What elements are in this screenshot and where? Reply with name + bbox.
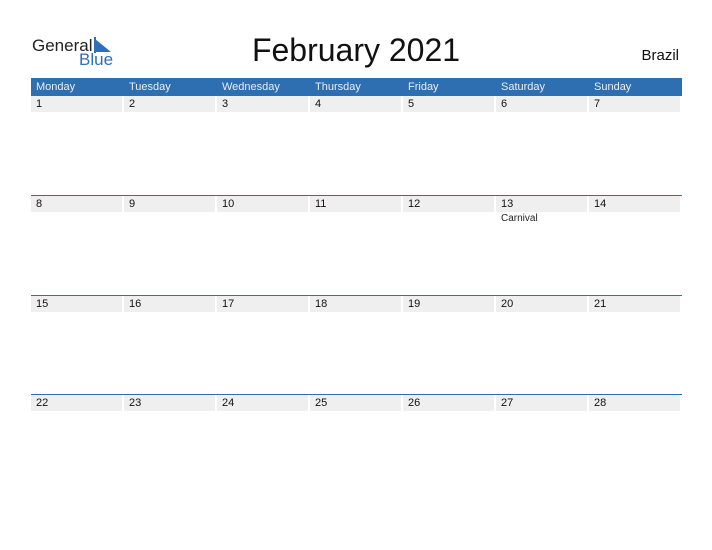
day-cell: 20 [496,296,589,312]
day-cell: 8 [31,196,124,224]
day-cell: 4 [310,96,403,112]
weekday-thursday: Thursday [315,81,361,93]
weekday-sunday: Sunday [594,81,632,93]
day-cell: 26 [403,395,496,411]
day-cell: 15 [31,296,124,312]
day-cell: 27 [496,395,589,411]
day-number: 27 [496,395,587,411]
weekday-wednesday: Wednesday [222,81,280,93]
day-number: 18 [310,296,401,312]
day-cell: 2 [124,96,217,112]
day-number: 14 [589,196,680,212]
day-cell: 22 [31,395,124,411]
weekday-friday: Friday [408,81,439,93]
day-number: 4 [310,96,401,112]
day-cell: 21 [589,296,682,312]
day-number: 2 [124,96,215,112]
day-cell: 24 [217,395,310,411]
day-number: 28 [589,395,680,411]
weekday-header: Monday Tuesday Wednesday Thursday Friday… [31,78,682,96]
day-number: 16 [124,296,215,312]
day-number: 21 [589,296,680,312]
day-cell: 25 [310,395,403,411]
day-cell: 5 [403,96,496,112]
day-cell: 14 [589,196,682,224]
day-number: 24 [217,395,308,411]
week-row: 8 9 10 11 12 13 Carnival 14 [31,195,682,295]
day-number: 9 [124,196,215,212]
day-number: 12 [403,196,494,212]
day-cell: 7 [589,96,682,112]
day-number: 19 [403,296,494,312]
day-number: 8 [31,196,122,212]
day-number: 6 [496,96,587,112]
country-label: Brazil [641,47,679,64]
week-row: 1234567 [31,96,682,195]
day-number: 20 [496,296,587,312]
day-number: 7 [589,96,680,112]
day-cell: 11 [310,196,403,224]
day-cell: 1 [31,96,124,112]
day-cell: 6 [496,96,589,112]
day-number: 11 [310,196,401,212]
day-cell: 18 [310,296,403,312]
day-number: 23 [124,395,215,411]
day-number: 13 [496,196,587,212]
day-number: 15 [31,296,122,312]
weekday-monday: Monday [36,81,76,93]
day-cell: 9 [124,196,217,224]
weekday-tuesday: Tuesday [129,81,171,93]
day-cell: 19 [403,296,496,312]
day-cell: 17 [217,296,310,312]
day-cell: 10 [217,196,310,224]
day-cell: 12 [403,196,496,224]
calendar-title: February 2021 [251,32,461,68]
day-cell: 3 [217,96,310,112]
weekday-saturday: Saturday [501,81,546,93]
holiday-event: Carnival [501,213,538,224]
day-number: 17 [217,296,308,312]
day-number: 1 [31,96,122,112]
week-row: 22 23 24 25 26 27 28 [31,394,682,494]
day-number: 26 [403,395,494,411]
day-number: 25 [310,395,401,411]
day-cell: 16 [124,296,217,312]
day-number: 3 [217,96,308,112]
day-number: 5 [403,96,494,112]
day-cell: 13 Carnival [496,196,589,224]
day-cell: 23 [124,395,217,411]
day-number: 22 [31,395,122,411]
day-number: 10 [217,196,308,212]
week-row: 15 16 17 18 19 20 21 [31,295,682,395]
day-cell: 28 [589,395,682,411]
